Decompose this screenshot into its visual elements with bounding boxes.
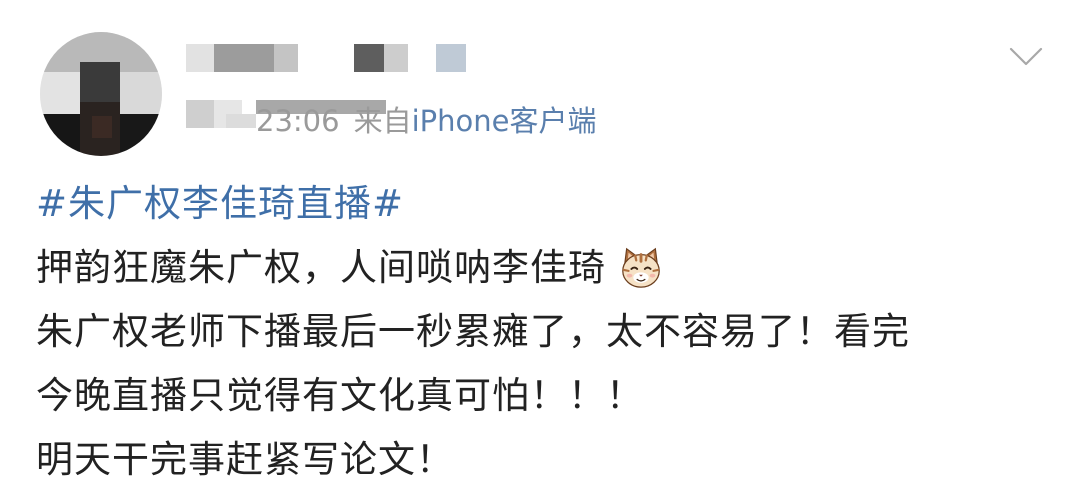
cat-face-emoji-icon <box>622 247 660 288</box>
avatar[interactable] <box>40 32 162 156</box>
post-line-3: 今晚直播只觉得有文化真可怕！！！ <box>36 364 1046 428</box>
source-prefix: 来自 <box>353 104 412 138</box>
post-text-line: 朱广权老师下播最后一秒累瘫了，太不容易了！看完 <box>36 310 910 353</box>
post-meta-text: 23:06 来自iPhone客户端 <box>256 103 596 139</box>
post-content: #朱广权李佳琦直播# 押韵狂魔朱广权，人间唢呐李佳琦 朱广权老师下播最后一秒累瘫… <box>36 172 1046 492</box>
post-options-button[interactable] <box>1006 42 1046 72</box>
post-meta: 23:06 来自iPhone客户端 <box>186 100 646 140</box>
username-blurred[interactable] <box>186 44 476 72</box>
post-line-2: 朱广权老师下播最后一秒累瘫了，太不容易了！看完 <box>36 300 1046 364</box>
source-link[interactable]: iPhone客户端 <box>412 104 597 138</box>
post-text-line: 明天干完事赶紧写论文！ <box>36 438 454 481</box>
topic-hashtag-link[interactable]: #朱广权李佳琦直播# <box>36 172 404 236</box>
post-line-1: 押韵狂魔朱广权，人间唢呐李佳琦 <box>36 236 1046 300</box>
post-line-4: 明天干完事赶紧写论文！ <box>36 428 1046 492</box>
post-text-line: 押韵狂魔朱广权，人间唢呐李佳琦 <box>36 246 606 289</box>
chevron-down-icon <box>1009 47 1043 66</box>
post-text-line: 今晚直播只觉得有文化真可怕！！！ <box>36 374 644 417</box>
post-time: 23:06 <box>256 104 340 138</box>
